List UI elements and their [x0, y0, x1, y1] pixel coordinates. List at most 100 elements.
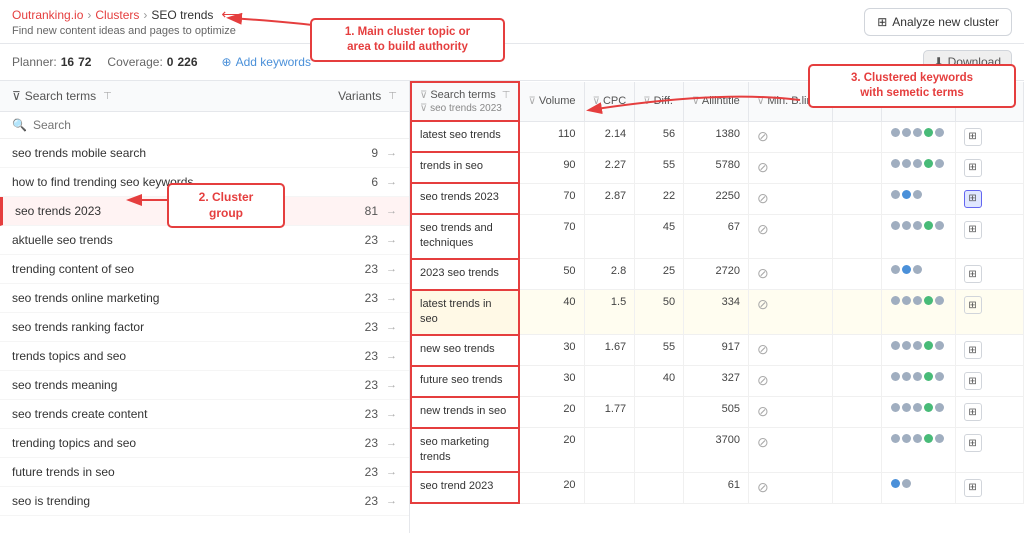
- cluster-name-label: seo trends 2023: [430, 103, 502, 114]
- planner-btn-2[interactable]: ⊞: [964, 190, 982, 208]
- left-row-8[interactable]: seo trends meaning 23 →: [0, 371, 409, 400]
- td-ban-10: ⊘: [748, 472, 832, 503]
- planner-btn-0[interactable]: ⊞: [964, 128, 982, 146]
- breadcrumb-clusters[interactable]: Clusters: [95, 8, 139, 22]
- comp-dot: [913, 265, 922, 274]
- left-row-2[interactable]: seo trends 2023 81 →: [0, 197, 409, 226]
- td-cpc-3: [584, 214, 635, 259]
- search-icon: 🔍: [12, 118, 27, 132]
- comp-dot: [891, 479, 900, 488]
- left-row-7[interactable]: trends topics and seo 23 →: [0, 342, 409, 371]
- search-input[interactable]: [33, 118, 397, 132]
- comp-dot: [902, 341, 911, 350]
- comp-dot: [891, 434, 900, 443]
- td-diff-1: 55: [635, 152, 684, 183]
- planner-btn-5[interactable]: ⊞: [964, 296, 982, 314]
- planner-btn-10[interactable]: ⊞: [964, 479, 982, 497]
- td-planner-1[interactable]: ⊞: [955, 152, 1023, 183]
- comp-dot: [913, 221, 922, 230]
- table-row-7: future seo trends 30 40 327 ⊘ ⊞: [411, 366, 1024, 397]
- left-row-4[interactable]: trending content of seo 23 →: [0, 255, 409, 284]
- td-planner-3[interactable]: ⊞: [955, 214, 1023, 259]
- planner-btn-8[interactable]: ⊞: [964, 403, 982, 421]
- table-row-2: seo trends 2023 70 2.87 22 2250 ⊘ ⊞: [411, 183, 1024, 214]
- comp-dot: [891, 372, 900, 381]
- comp-dot: [924, 296, 933, 305]
- left-row-3[interactable]: aktuelle seo trends 23 →: [0, 226, 409, 255]
- td-planner-4[interactable]: ⊞: [955, 259, 1023, 290]
- table-row-5: latest trends in seo 40 1.5 50 334 ⊘ ⊞: [411, 290, 1024, 335]
- td-planner-2[interactable]: ⊞: [955, 183, 1023, 214]
- left-row-6[interactable]: seo trends ranking factor 23 →: [0, 313, 409, 342]
- left-row-10[interactable]: trending topics and seo 23 →: [0, 429, 409, 458]
- td-planner-8[interactable]: ⊞: [955, 397, 1023, 428]
- td-cpc-4: 2.8: [584, 259, 635, 290]
- td-comp-0: [882, 121, 955, 152]
- planner-btn-4[interactable]: ⊞: [964, 265, 982, 283]
- td-cpc-2: 2.87: [584, 183, 635, 214]
- left-row-0[interactable]: seo trends mobile search 9 →: [0, 139, 409, 168]
- left-row-11[interactable]: future trends in seo 23 →: [0, 458, 409, 487]
- analyze-new-cluster-button[interactable]: ⊞ Analyze new cluster: [864, 8, 1012, 36]
- td-allintitle-4: 2720: [684, 259, 749, 290]
- left-row-text-12: seo is trending: [12, 494, 90, 508]
- td-comp-2: [882, 183, 955, 214]
- left-row-arrow-7: →: [386, 350, 397, 362]
- header: Outranking.io › Clusters › SEO trends ⟵ …: [0, 0, 1024, 44]
- right-panel: ✕ ⊽ Search terms ⊤ ⊽ seo tre: [410, 81, 1024, 533]
- planner-btn-1[interactable]: ⊞: [964, 159, 982, 177]
- comp-dot: [935, 403, 944, 412]
- td-planner-0[interactable]: ⊞: [955, 121, 1023, 152]
- close-button[interactable]: ✕: [1003, 89, 1016, 109]
- th-search-filter[interactable]: ⊤: [502, 90, 511, 101]
- add-keywords-button[interactable]: ⊕ Add keywords: [222, 55, 311, 69]
- comp-dot: [891, 341, 900, 350]
- coverage-num1: 0: [167, 55, 174, 69]
- planner-btn-6[interactable]: ⊞: [964, 341, 982, 359]
- ban-icon-7: ⊘: [757, 372, 769, 388]
- left-row-12[interactable]: seo is trending 23 →: [0, 487, 409, 516]
- planner-btn-7[interactable]: ⊞: [964, 372, 982, 390]
- comp-dot: [902, 372, 911, 381]
- td-planner-10[interactable]: ⊞: [955, 472, 1023, 503]
- left-row-right-7: 23 →: [365, 349, 397, 363]
- td-search-3: seo trends and techniques: [411, 214, 519, 259]
- td-planner-5[interactable]: ⊞: [955, 290, 1023, 335]
- download-button[interactable]: ⬇ Download: [923, 50, 1012, 74]
- comp-dot: [913, 372, 922, 381]
- td-planner-7[interactable]: ⊞: [955, 366, 1023, 397]
- breadcrumb-outranking[interactable]: Outranking.io: [12, 8, 83, 22]
- td-planner-6[interactable]: ⊞: [955, 335, 1023, 366]
- comp-dot: [913, 159, 922, 168]
- td-comp-9: [882, 428, 955, 473]
- left-row-arrow-5: →: [386, 292, 397, 304]
- left-row-9[interactable]: seo trends create content 23 →: [0, 400, 409, 429]
- left-rows-container: seo trends mobile search 9 → how to find…: [0, 139, 409, 516]
- page-wrapper: Outranking.io › Clusters › SEO trends ⟵ …: [0, 0, 1024, 533]
- comp-dot: [891, 128, 900, 137]
- variants-filter-icon[interactable]: ⊤: [388, 91, 397, 102]
- left-row-arrow-2: →: [386, 205, 397, 217]
- filter-icon-sort[interactable]: ⊤: [103, 91, 112, 102]
- left-row-5[interactable]: seo trends online marketing 23 →: [0, 284, 409, 313]
- left-row-count-12: 23: [365, 494, 378, 508]
- comp-dot: [935, 159, 944, 168]
- td-ban-3: ⊘: [748, 214, 832, 259]
- left-row-arrow-10: →: [386, 437, 397, 449]
- left-panel-header-right: Variants ⊤: [338, 89, 397, 103]
- td-cpc-9: [584, 428, 635, 473]
- planner-btn-3[interactable]: ⊞: [964, 221, 982, 239]
- comp-dot: [902, 190, 911, 199]
- left-row-count-10: 23: [365, 436, 378, 450]
- td-ban-6: ⊘: [748, 335, 832, 366]
- left-row-count-2: 81: [365, 204, 378, 218]
- left-row-right-3: 23 →: [365, 233, 397, 247]
- coverage-num2: 226: [177, 55, 197, 69]
- planner-btn-9[interactable]: ⊞: [964, 434, 982, 452]
- td-volume-6: 30: [519, 335, 584, 366]
- comp-dot: [935, 296, 944, 305]
- left-row-1[interactable]: how to find trending seo keywords 6 →: [0, 168, 409, 197]
- td-planner-9[interactable]: ⊞: [955, 428, 1023, 473]
- td-cpc-0: 2.14: [584, 121, 635, 152]
- td-pos-3: [832, 214, 882, 259]
